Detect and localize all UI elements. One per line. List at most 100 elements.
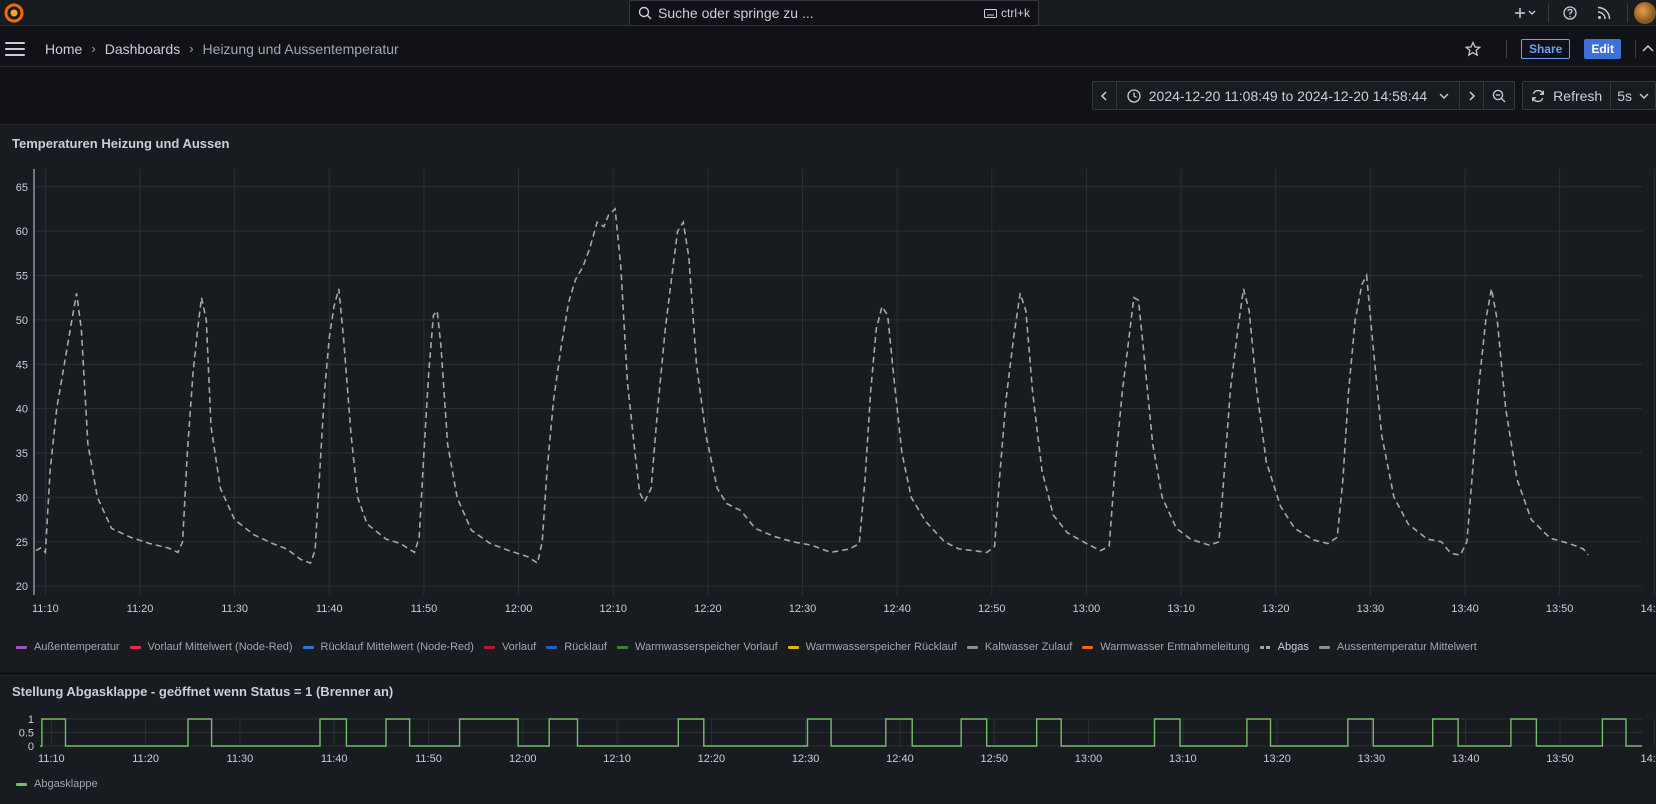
legend-item-temp-2[interactable]: Rücklauf Mittelwert (Node-Red): [302, 641, 474, 653]
series-line-abgas[interactable]: [35, 207, 1589, 565]
legend-item-temp-8[interactable]: Warmwasser Entnahmeleitung: [1082, 641, 1250, 653]
time-shift-forward-button[interactable]: [1460, 82, 1485, 109]
x-tick-label: 13:30: [1357, 603, 1385, 615]
legend-swatch: [16, 645, 27, 649]
avatar: [1634, 2, 1656, 24]
time-range-button[interactable]: 2024-12-20 11:08:49 to 2024-12-20 14:58:…: [1117, 82, 1461, 109]
legend-item-temp-7[interactable]: Kaltwasser Zulauf: [966, 641, 1073, 653]
legend-item-temp-3[interactable]: Vorlauf: [483, 641, 537, 653]
top-right-tools: [1508, 0, 1656, 26]
breadcrumb-dashboards[interactable]: Dashboards: [105, 41, 181, 57]
legend-label: Kaltwasser Zulauf: [984, 641, 1073, 653]
rss-icon: [1597, 6, 1611, 20]
news-button[interactable]: [1587, 0, 1621, 26]
y-tick-label: 0: [28, 741, 34, 753]
temperature-chart[interactable]: 20 25 30 35 40 45 50 55 60 65 11:10 11:20 11:30 11:40…: [0, 169, 1656, 665]
x-tick-label: 12:50: [980, 753, 1008, 765]
refresh-interval-select[interactable]: 5s: [1611, 82, 1655, 109]
x-tick-label: 11:40: [321, 753, 348, 765]
x-tick-label: 13:00: [1073, 603, 1101, 615]
zoom-out-icon: [1492, 89, 1506, 102]
x-tick-label: 13:00: [1075, 753, 1103, 765]
help-icon: [1563, 6, 1577, 20]
refresh-label: Refresh: [1553, 87, 1603, 104]
refresh-button[interactable]: Refresh: [1523, 82, 1612, 109]
x-tick-label: 13:10: [1169, 753, 1197, 765]
legend-item-temp-10[interactable]: Aussentemperatur Mittelwert: [1318, 641, 1477, 653]
y-tick-label: 35: [16, 448, 28, 460]
abgasklappe-chart[interactable]: 00.5 1 11:10 11:20 11:30 11:40 11:50 12:00 12:10…: [0, 711, 1656, 791]
top-bar: Suche oder springe zu ... ctrl+k: [0, 0, 1656, 26]
y-tick-label: 0.5: [19, 728, 34, 740]
chevron-left-icon: [1101, 90, 1107, 101]
time-range-picker: 2024-12-20 11:08:49 to 2024-12-20 14:58:…: [1091, 81, 1516, 110]
share-button[interactable]: Share: [1520, 39, 1571, 59]
legend-item-temp-1[interactable]: Vorlauf Mittelwert (Node-Red): [129, 641, 293, 653]
panel-title[interactable]: Temperaturen Heizung und Aussen: [12, 136, 229, 151]
search-bar[interactable]: Suche oder springe zu ... ctrl+k: [629, 0, 1039, 26]
legend-label: Vorlauf Mittelwert (Node-Red): [147, 641, 293, 653]
legend-label: Rücklauf Mittelwert (Node-Red): [320, 641, 474, 653]
edit-button[interactable]: Edit: [1584, 39, 1621, 59]
chevron-right-icon: ›: [91, 41, 96, 56]
legend-item-temp-6[interactable]: Warmwasserspeicher Rücklauf: [787, 641, 957, 653]
x-tick-label: 11:20: [127, 603, 154, 615]
x-tick-label: 13:50: [1546, 753, 1574, 765]
legend-item-klappe-0[interactable]: Abgasklappe: [16, 778, 98, 790]
legend-temperatures: Außentemperatur Vorlauf Mittelwert (Node-…: [16, 641, 1487, 653]
legend-item-temp-0[interactable]: Außentemperatur: [16, 641, 120, 653]
grafana-logo[interactable]: [3, 2, 25, 24]
x-tick-label: 11:30: [227, 753, 254, 765]
x-tick-label: 12:00: [505, 603, 533, 615]
chevron-right-icon: [1469, 90, 1475, 101]
nav-bar: Home › Dashboards › Heizung und Aussente…: [0, 31, 1656, 67]
x-tick-label: 13:20: [1262, 603, 1290, 615]
x-tick-label: 12:50: [978, 603, 1006, 615]
legend-label: Vorlauf: [501, 641, 537, 653]
x-tick-label: 13:50: [1546, 603, 1574, 615]
chevron-down-icon: [1439, 93, 1449, 99]
time-shift-back-button[interactable]: [1093, 82, 1117, 109]
dashboard-actions: Share Edit: [1464, 31, 1656, 67]
profile-button[interactable]: [1634, 0, 1656, 26]
panel-temperatures: Temperaturen Heizung und Aussen 20 25 30 35…: [0, 124, 1656, 672]
x-tick-label: 12:30: [789, 603, 817, 615]
x-tick-label: 13:40: [1451, 603, 1479, 615]
search-shortcut-label: ctrl+k: [1000, 6, 1030, 20]
y-tick-label: 25: [16, 537, 28, 549]
x-tick-label: 12:10: [599, 603, 627, 615]
search-placeholder: Suche oder springe zu ...: [658, 5, 814, 21]
x-tick-label: 14:00: [1640, 753, 1656, 765]
legend-swatch: [787, 645, 799, 649]
legend-label: Rücklauf: [564, 641, 607, 653]
legend-label: Abgas: [1277, 641, 1309, 653]
menu-icon[interactable]: [5, 41, 25, 56]
breadcrumb-home[interactable]: Home: [45, 41, 82, 57]
clock-icon: [1127, 88, 1141, 103]
x-tick-label: 13:30: [1358, 753, 1386, 765]
legend-swatch: [129, 645, 141, 649]
breadcrumb-current: Heizung und Aussentemperatur: [202, 40, 399, 57]
toolbar-divider-2: [1627, 4, 1628, 22]
legend-swatch: [1082, 645, 1094, 649]
x-tick-label: 11:10: [38, 753, 65, 765]
legend-item-temp-9[interactable]: Abgas: [1259, 641, 1309, 653]
help-button[interactable]: [1553, 0, 1587, 26]
x-tick-label: 12:40: [886, 753, 914, 765]
legend-item-temp-4[interactable]: Rücklauf: [546, 641, 607, 653]
chevron-down-icon: [1639, 93, 1649, 99]
search-icon: [638, 6, 652, 20]
legend-abgasklappe: Abgasklappe: [16, 778, 108, 790]
x-tick-label: 14:00: [1641, 603, 1656, 615]
star-icon[interactable]: [1464, 41, 1481, 57]
legend-label: Warmwasser Entnahmeleitung: [1100, 641, 1250, 653]
x-tick-label: 13:40: [1452, 753, 1480, 765]
new-menu-button[interactable]: [1508, 0, 1544, 26]
actions-divider-2: [1635, 40, 1636, 58]
panel-title[interactable]: Stellung Abgasklappe - geöffnet wenn Sta…: [12, 684, 393, 699]
legend-swatch: [16, 782, 27, 786]
zoom-out-button[interactable]: [1484, 82, 1514, 109]
chevron-up-icon[interactable]: [1642, 44, 1654, 54]
legend-item-temp-5[interactable]: Warmwasserspeicher Vorlauf: [616, 641, 778, 653]
legend-swatch: [483, 645, 495, 649]
